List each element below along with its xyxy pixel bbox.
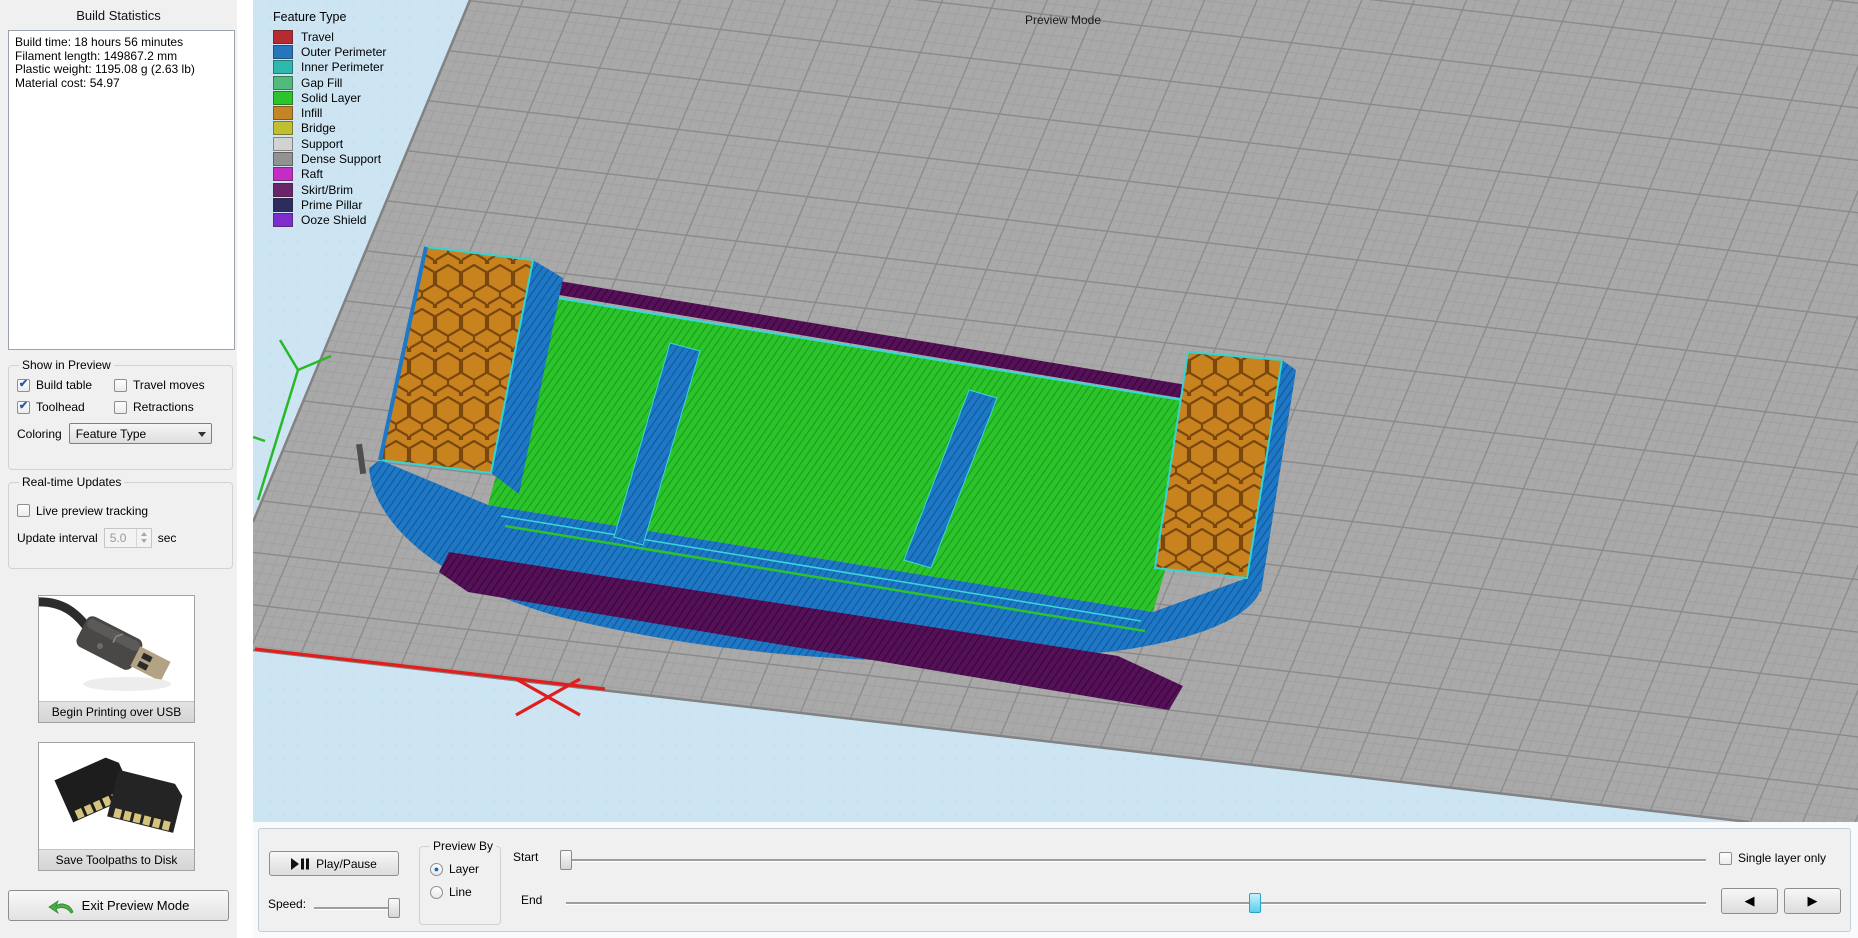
legend-title: Feature Type [273,10,386,24]
legend-swatch-dense-support [273,152,293,166]
stat-filament-length: Filament length: 149867.2 mm [15,50,228,64]
stat-build-time: Build time: 18 hours 56 minutes [15,36,228,50]
legend-swatch-solid-layer [273,91,293,105]
legend-item: Skirt/Brim [273,182,386,197]
end-slider-handle[interactable] [1249,893,1261,913]
chevron-down-icon [198,432,206,437]
left-arrow-icon: ◀ [1745,893,1755,909]
checkbox-toolhead[interactable]: ✔ Toolhead [17,400,114,414]
legend-item: Inner Perimeter [273,60,386,75]
radio-circle [430,886,443,899]
stat-material-cost: Material cost: 54.97 [15,77,228,91]
legend-item: Ooze Shield [273,213,386,228]
start-slider-label: Start [513,850,538,864]
legend-item: Gap Fill [273,75,386,90]
checkbox-box [114,401,127,414]
checkbox-build-table[interactable]: ✔ Build table [17,378,114,392]
stat-plastic-weight: Plastic weight: 1195.08 g (2.63 lb) [15,63,228,77]
build-statistics-box: Build time: 18 hours 56 minutes Filament… [8,30,235,350]
speed-label: Speed: [268,897,306,911]
update-interval-spinner[interactable]: 5.0 [104,528,152,548]
radio-layer[interactable]: ● Layer [430,862,500,876]
legend-item: Travel [273,29,386,44]
legend-swatch-support [273,137,293,151]
speed-slider-handle[interactable] [388,898,400,918]
legend-item: Dense Support [273,151,386,166]
green-return-arrow-icon [48,898,74,914]
sd-cards-image [39,743,194,849]
speed-slider[interactable] [314,907,394,910]
update-interval-unit: sec [158,531,177,545]
show-in-preview-group: Show in Preview ✔ Build table Travel mov… [8,358,233,470]
exit-preview-mode-button[interactable]: Exit Preview Mode [8,890,229,921]
legend-item: Support [273,136,386,151]
end-slider-label: End [521,893,542,907]
play-pause-icon [291,858,309,870]
simplify3d-preview-window: Build Statistics Build time: 18 hours 56… [0,0,1858,938]
preview-by-title: Preview By [430,839,496,853]
checkbox-live-preview-tracking[interactable]: Live preview tracking [17,504,148,518]
radio-line[interactable]: Line [430,885,500,899]
sidebar: Build Statistics Build time: 18 hours 56… [0,0,237,938]
legend-swatch-raft [273,167,293,181]
legend-item: Outer Perimeter [273,44,386,59]
preview-by-group: Preview By ● Layer Line [419,839,501,925]
legend-item: Solid Layer [273,90,386,105]
sd-button-label: Save Toolpaths to Disk [39,849,194,870]
checkbox-single-layer-only[interactable]: Single layer only [1719,851,1826,865]
playback-toolbar: Play/Pause Speed: Preview By ● Layer Lin… [258,828,1851,932]
realtime-updates-title: Real-time Updates [19,475,124,489]
checkbox-box [17,504,30,517]
update-interval-label: Update interval [17,531,98,545]
play-pause-button[interactable]: Play/Pause [269,851,399,876]
realtime-updates-group: Real-time Updates Live preview tracking … [8,475,233,569]
begin-printing-usb-button[interactable]: Begin Printing over USB [38,595,195,723]
save-toolpaths-button[interactable]: Save Toolpaths to Disk [38,742,195,871]
checkbox-travel-moves[interactable]: Travel moves [114,378,224,392]
feature-type-legend: Feature Type Travel Outer Perimeter Inne… [273,10,386,228]
next-layer-button[interactable]: ▶ [1784,888,1841,914]
preview-mode-label: Preview Mode [998,13,1128,27]
start-slider-handle[interactable] [560,850,572,870]
legend-swatch-outer-perimeter [273,45,293,59]
legend-swatch-ooze-shield [273,213,293,227]
legend-swatch-inner-perimeter [273,60,293,74]
checkbox-box [114,379,127,392]
legend-item: Prime Pillar [273,197,386,212]
end-layer-slider[interactable] [566,902,1706,905]
legend-item: Infill [273,105,386,120]
legend-swatch-gap-fill [273,76,293,90]
legend-swatch-infill [273,106,293,120]
checkbox-box [1719,852,1732,865]
radio-circle: ● [430,863,443,876]
legend-swatch-travel [273,30,293,44]
coloring-label: Coloring [17,427,62,441]
build-statistics-title: Build Statistics [0,8,237,23]
legend-swatch-skirt-brim [273,183,293,197]
legend-swatch-bridge [273,121,293,135]
start-layer-slider[interactable] [566,859,1706,862]
checkbox-box: ✔ [17,379,30,392]
legend-swatch-prime-pillar [273,198,293,212]
usb-button-label: Begin Printing over USB [39,701,194,722]
show-in-preview-title: Show in Preview [19,358,114,372]
legend-item: Raft [273,167,386,182]
toolpath-scene [253,0,1858,822]
checkbox-retractions[interactable]: Retractions [114,400,224,414]
toolbar-region: Play/Pause Speed: Preview By ● Layer Lin… [253,822,1858,938]
usb-plug-image [39,596,194,701]
previous-layer-button[interactable]: ◀ [1721,888,1778,914]
coloring-dropdown[interactable]: Feature Type [69,423,212,444]
checkbox-box: ✔ [17,401,30,414]
legend-item: Bridge [273,121,386,136]
right-arrow-icon: ▶ [1808,893,1818,909]
spinner-arrows-icon[interactable] [136,529,151,547]
3d-viewport[interactable]: Feature Type Travel Outer Perimeter Inne… [253,0,1858,822]
